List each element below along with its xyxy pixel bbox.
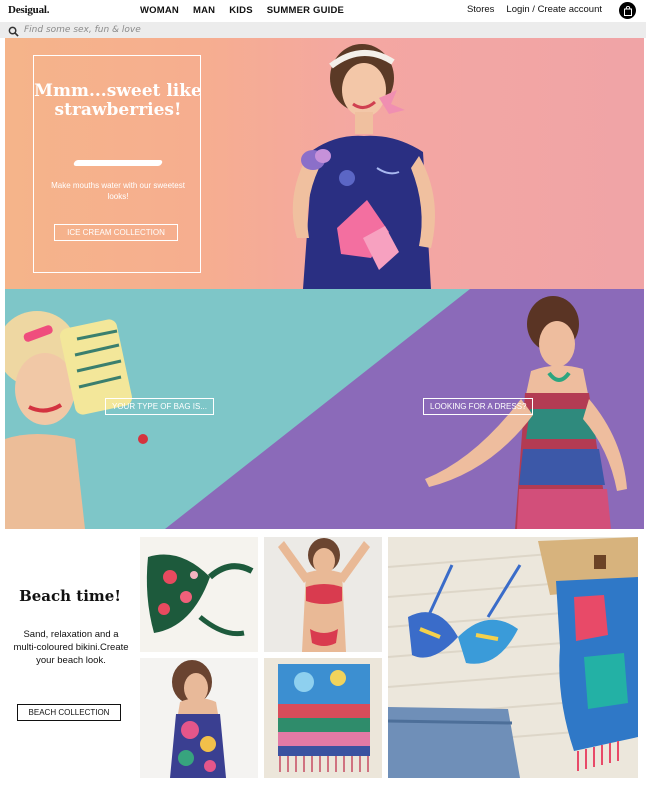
beach-collection-button[interactable]: BEACH COLLECTION — [17, 704, 121, 721]
ice-cream-collection-button[interactable]: ICE CREAM COLLECTION — [54, 224, 178, 241]
tile-bikini-bottom[interactable] — [140, 537, 258, 652]
bikini-bottom-photo — [146, 554, 254, 637]
beach-towels-photo — [278, 664, 370, 772]
beach-description: Sand, relaxation and a multi-coloured bi… — [13, 629, 129, 666]
bag-dress-banner: YOUR TYPE OF BAG IS... LOOKING FOR A DRE… — [5, 289, 644, 529]
login-link[interactable]: Login / Create account — [506, 4, 602, 15]
hero-banner[interactable]: Mmm...sweet like strawberries! Make mout… — [5, 38, 644, 289]
hero-title: Mmm...sweet like strawberries! — [34, 81, 202, 120]
nav-woman[interactable]: WOMAN — [140, 5, 179, 16]
nav-kids[interactable]: KIDS — [229, 5, 253, 16]
model-photo-icecream — [292, 44, 435, 289]
hero-text-box: Mmm...sweet like strawberries! Make mout… — [33, 55, 202, 273]
utility-links: Stores Login / Create account — [467, 4, 602, 15]
beach-promo: Beach time! Sand, relaxation and a multi… — [5, 537, 135, 777]
nav-man[interactable]: MAN — [193, 5, 215, 16]
main-nav: WOMAN MAN KIDS SUMMER GUIDE — [140, 5, 344, 16]
tile-beach-flatlay[interactable] — [388, 537, 638, 778]
beach-title: Beach time! — [19, 587, 121, 605]
top-navigation: Desigual. WOMAN MAN KIDS SUMMER GUIDE St… — [0, 0, 646, 22]
dress-button[interactable]: LOOKING FOR A DRESS? — [423, 398, 534, 415]
hero-subtitle: Make mouths water with our sweetest look… — [51, 181, 185, 201]
stores-link[interactable]: Stores — [467, 4, 494, 15]
bandeau-model-photo — [278, 538, 370, 652]
nav-summer-guide[interactable]: SUMMER GUIDE — [267, 5, 344, 16]
shopping-bag-button[interactable] — [619, 2, 636, 19]
strapless-dress-photo — [170, 660, 226, 778]
brush-stroke-decoration — [72, 160, 164, 166]
tile-strapless-dress[interactable] — [140, 658, 258, 778]
search-bar — [0, 22, 646, 38]
brand-logo[interactable]: Desigual. — [8, 4, 49, 16]
tile-bandeau-bikini[interactable] — [264, 537, 382, 652]
search-icon[interactable] — [8, 24, 19, 37]
beach-flatlay-photo — [388, 537, 638, 778]
search-input[interactable] — [24, 23, 324, 37]
tile-beach-towels[interactable] — [264, 658, 382, 778]
shopping-bag-icon — [623, 5, 632, 16]
bag-type-button[interactable]: YOUR TYPE OF BAG IS... — [105, 398, 214, 415]
split-background-photo — [5, 289, 627, 529]
